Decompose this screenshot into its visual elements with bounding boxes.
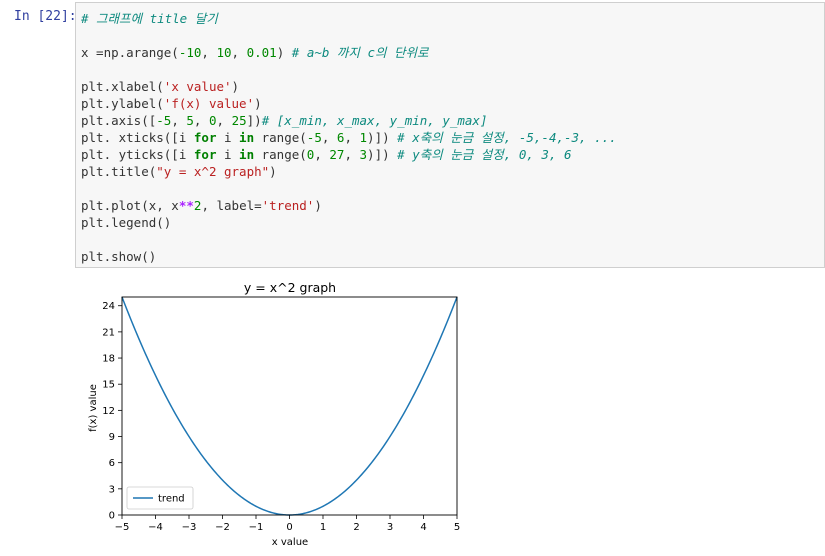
cell-prompt: In [22]: [14, 9, 77, 24]
code-token: 1 [359, 130, 368, 145]
code-line: plt.ylabel('f(x) value') [81, 95, 262, 112]
chart-title: y = x^2 graph [244, 280, 336, 295]
code-token: 27 [329, 147, 345, 162]
code-token: , [193, 113, 209, 128]
code-token: 10 [216, 45, 232, 60]
code-line: plt.title("y = x^2 graph") [81, 163, 277, 180]
code-token: ]) [246, 113, 262, 128]
code-line: plt.xlabel('x value') [81, 78, 239, 95]
chart-output: y = x^2 graph −5 −4 −3 −2 −1 0 1 2 3 4 50369121518… [88, 280, 460, 548]
code-token: # [x_min, x_max, y_min, y_max] [261, 113, 488, 128]
x-tick-label: 1 [320, 522, 326, 533]
y-tick-label: 9 [109, 432, 115, 443]
code-token: plt.show() [81, 249, 157, 264]
code-token: for [193, 147, 217, 162]
x-tick-label: 2 [353, 522, 359, 533]
code-token: , [314, 147, 330, 162]
code-token: x =np.arange( [81, 45, 179, 60]
y-tick-label: 3 [109, 484, 115, 495]
code-token: 0 [208, 113, 217, 128]
code-token: -5 [306, 130, 322, 145]
code-token: ) [314, 198, 322, 213]
code-token: in [239, 147, 255, 162]
code-token: , [201, 45, 217, 60]
code-token: , [321, 130, 337, 145]
code-token: 'trend' [261, 198, 315, 213]
series-line-trend [121, 296, 458, 516]
x-tick-label: −4 [148, 522, 163, 533]
x-tick-label: 0 [286, 522, 292, 533]
code-token: "y = x^2 graph" [156, 164, 270, 179]
code-token: , label= [201, 198, 262, 213]
code-token: ) [276, 45, 292, 60]
y-tick-label: 12 [102, 406, 115, 417]
code-token: -5 [156, 113, 172, 128]
code-token: plt.xlabel( [81, 79, 164, 94]
code-token: ) [254, 96, 262, 111]
code-token: i [216, 147, 240, 162]
y-tick-label: 24 [102, 301, 115, 312]
code-token: plt. xticks([i [81, 130, 194, 145]
y-tick-label: 21 [102, 327, 115, 338]
code-line: plt.axis([-5, 5, 0, 25])# [x_min, x_max,… [81, 112, 487, 129]
code-token: plt.ylabel( [81, 96, 164, 111]
y-tick-label: 6 [109, 458, 115, 469]
code-token: # x축의 눈금 설정, -5,-4,-3, ... [397, 130, 617, 145]
code-token: 0.01 [246, 45, 277, 60]
code-token: plt.axis([ [81, 113, 157, 128]
code-line: plt. xticks([i for i in range(-5, 6, 1)]… [81, 129, 617, 146]
legend-label-trend: trend [158, 494, 185, 505]
code-token: plt.title( [81, 164, 157, 179]
code-token: 3 [359, 147, 368, 162]
x-tick-label: −2 [215, 522, 230, 533]
plot-frame [121, 296, 458, 516]
code-token: # 그래프에 title 달기 [81, 11, 218, 26]
code-token: range( [254, 147, 307, 162]
code-token: i [216, 130, 240, 145]
code-line: # 그래프에 title 달기 [81, 10, 218, 27]
code-token: )]) [367, 130, 398, 145]
code-line: plt. yticks([i for i in range(0, 27, 3)]… [81, 146, 572, 163]
code-token: plt.legend() [81, 215, 172, 230]
code-token: range( [254, 130, 307, 145]
plot-area: −5 −4 −3 −2 −1 0 1 2 3 4 503691215182124trend [102, 296, 460, 533]
code-token: ) [269, 164, 277, 179]
code-token: 5 [186, 113, 194, 128]
code-cell[interactable]: # 그래프에 title 달기 x =np.arange(-10, 10, 0.0… [75, 2, 825, 268]
y-tick-label: 15 [102, 380, 115, 391]
code-line: plt.legend() [81, 214, 171, 231]
x-tick-label: −3 [182, 522, 197, 533]
code-token: # a~b 까지 c의 단위로 [291, 45, 429, 60]
code-token: , [231, 45, 247, 60]
code-token: in [239, 130, 255, 145]
code-token: # y축의 눈금 설정, 0, 3, 6 [397, 147, 572, 162]
code-token: ** [178, 198, 194, 213]
code-token: -10 [178, 45, 202, 60]
x-axis-label: x value [272, 537, 308, 548]
code-token: 25 [231, 113, 247, 128]
code-token: , [171, 113, 187, 128]
code-line: plt.plot(x, x**2, label='trend') [81, 197, 322, 214]
code-line: x =np.arange(-10, 10, 0.01) # a~b 까지 c의 … [81, 44, 429, 61]
x-tick-label: −1 [249, 522, 264, 533]
code-token: , [344, 147, 360, 162]
code-token: 'f(x) value' [163, 96, 255, 111]
x-tick-label: 5 [454, 522, 460, 533]
code-token: for [193, 130, 217, 145]
y-axis-label: f(x) value [88, 384, 99, 432]
y-tick-label: 0 [109, 511, 115, 522]
x-tick-label: 4 [420, 522, 426, 533]
code-line: plt.show() [81, 248, 156, 265]
code-token: 'x value' [163, 79, 232, 94]
code-token: , [216, 113, 232, 128]
code-token: )]) [367, 147, 398, 162]
x-tick-label: 3 [387, 522, 393, 533]
code-token: , [344, 130, 360, 145]
code-token: ) [231, 79, 240, 94]
x-tick-label: −5 [115, 522, 130, 533]
y-tick-label: 18 [102, 354, 115, 365]
code-token: plt.plot(x, x [81, 198, 179, 213]
code-token: plt. yticks([i [81, 147, 194, 162]
